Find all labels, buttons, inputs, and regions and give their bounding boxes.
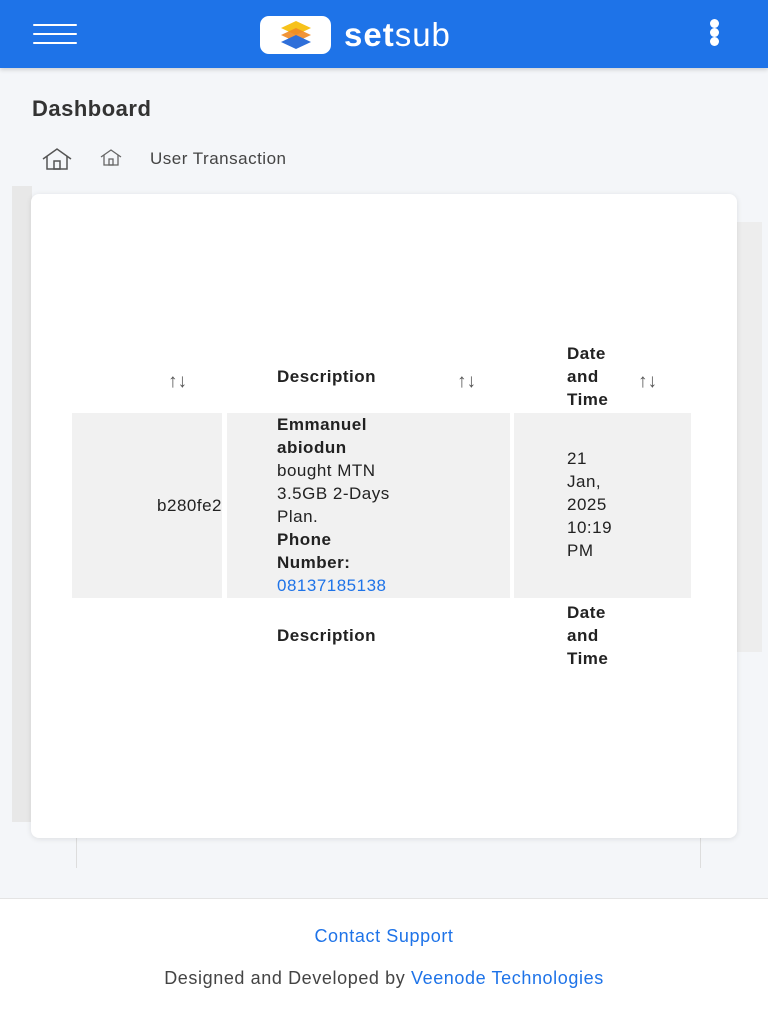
table-cell-reference: b280fe2 <box>157 496 222 515</box>
brand-logo-icon <box>260 16 331 54</box>
column-footer-date-time: Date and Time <box>567 603 609 668</box>
home-icon[interactable] <box>40 147 74 171</box>
column-header-date-time[interactable]: Date and Time <box>567 342 608 411</box>
brand-name: setsub <box>344 16 451 53</box>
breadcrumb-current: User Transaction <box>150 149 287 168</box>
divider <box>700 838 701 868</box>
sort-arrows-icon[interactable]: ↑↓ <box>168 371 187 393</box>
column-footer-description: Description <box>277 626 377 645</box>
sort-arrows-icon[interactable]: ↑↓ <box>638 371 657 393</box>
page-title: Dashboard <box>32 96 152 121</box>
brand[interactable]: setsub <box>260 16 451 54</box>
phone-number-link[interactable]: 08137185138 <box>277 574 390 597</box>
transactions-card: ↑↓ Description ↑↓ Date and Time ↑↓ b280f… <box>31 194 737 838</box>
breadcrumb: User Transaction <box>40 146 287 172</box>
hamburger-icon[interactable] <box>33 22 77 46</box>
sort-arrows-icon[interactable]: ↑↓ <box>457 371 476 393</box>
developer-link[interactable]: Veenode Technologies <box>411 968 604 988</box>
kebab-menu-icon[interactable] <box>706 18 722 48</box>
divider <box>76 838 77 868</box>
table-cell-description: Emmanuel abiodun bought MTN 3.5GB 2-Days… <box>277 415 390 597</box>
home-icon[interactable] <box>98 147 124 171</box>
background-panel <box>12 186 32 822</box>
credit-text: Designed and Developed by Veenode Techno… <box>164 968 604 988</box>
contact-support-link[interactable]: Contact Support <box>0 926 768 947</box>
column-header-description[interactable]: Description <box>277 365 376 388</box>
top-navbar: setsub <box>0 0 768 68</box>
background-panel <box>736 222 762 652</box>
footer <box>0 898 768 1025</box>
table-cell-date: 21 Jan, 2025 10:19 PM <box>567 449 613 560</box>
